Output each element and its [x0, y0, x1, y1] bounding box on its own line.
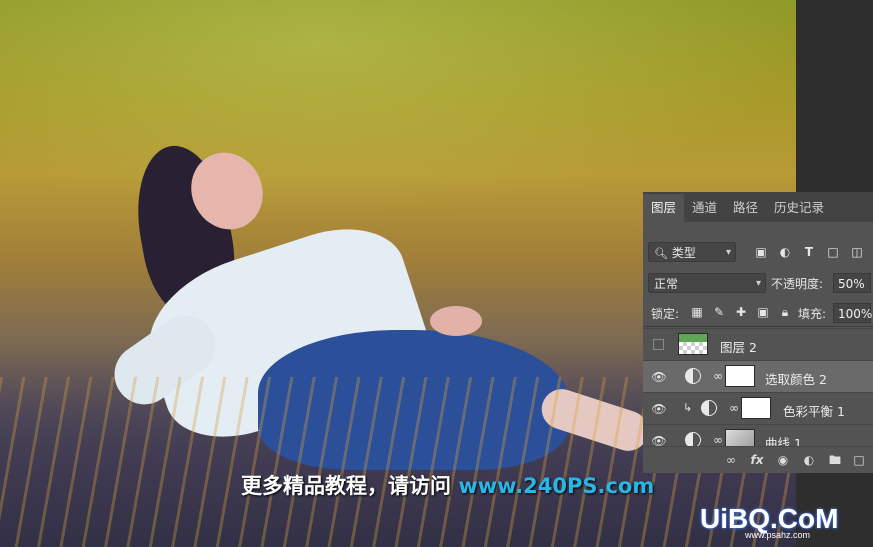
- chevron-down-icon: ▾: [725, 247, 731, 258]
- promo-url[interactable]: www.240PS.com: [458, 474, 654, 498]
- lock-position-icon[interactable]: ✚: [733, 304, 749, 320]
- layer-name: 曲线 1: [765, 436, 802, 447]
- search-icon: 🔍︎: [654, 247, 668, 260]
- person-hand: [430, 306, 482, 336]
- new-layer-icon[interactable]: □: [851, 452, 867, 468]
- lock-transparent-icon[interactable]: ▦: [689, 304, 705, 320]
- image-filter-icon[interactable]: ▣: [753, 244, 769, 260]
- fill-label: 填充:: [798, 307, 827, 321]
- link-icon[interactable]: ∞: [723, 452, 739, 468]
- layer-mask-thumbnail[interactable]: [741, 397, 771, 419]
- site-logo-url: www.psahz.com: [745, 530, 811, 540]
- layer-name: 色彩平衡 1: [783, 404, 845, 419]
- eye-icon[interactable]: 👁︎: [651, 401, 667, 417]
- eye-icon[interactable]: 👁︎: [651, 369, 667, 385]
- layer-name: 图层 2: [720, 340, 757, 355]
- layer-row[interactable]: 👁︎ ∞ 曲线 1: [643, 424, 873, 447]
- filter-kind-label: 类型: [671, 246, 696, 260]
- clipping-arrow-icon: ↳: [683, 401, 693, 414]
- lock-paint-icon[interactable]: ✎: [711, 304, 727, 320]
- layer-name: 选取颜色 2: [765, 372, 827, 387]
- layer-row-selected[interactable]: 👁︎ ∞ 选取颜色 2: [643, 360, 873, 393]
- group-icon[interactable]: 🖿︎: [827, 452, 843, 468]
- color-balance-adjustment-icon: [701, 400, 717, 416]
- tab-layers[interactable]: 图层: [643, 194, 685, 222]
- lock-row: 锁定: ▦ ✎ ✚ ▣ 🔒︎ 填充: 100%: [643, 303, 873, 323]
- eye-icon[interactable]: 👁︎: [651, 433, 667, 447]
- blend-mode-value: 正常: [654, 277, 679, 291]
- filter-kind-dropdown[interactable]: 🔍︎ 类型 ▾: [648, 242, 736, 262]
- lock-label: 锁定:: [651, 307, 680, 321]
- lock-all-icon[interactable]: 🔒︎: [777, 304, 793, 320]
- layer-row[interactable]: 图层 2: [643, 328, 873, 361]
- tab-history[interactable]: 历史记录: [766, 194, 832, 222]
- mask-icon[interactable]: ◉: [775, 452, 791, 468]
- adjustment-filter-icon[interactable]: ◐: [777, 244, 793, 260]
- link-chain-icon[interactable]: ∞: [713, 369, 723, 383]
- filter-row: 🔍︎ 类型 ▾ ▣ ◐ T □ ◫: [643, 240, 873, 266]
- tab-channels[interactable]: 通道: [684, 194, 725, 222]
- selective-color-adjustment-icon: [685, 368, 701, 384]
- adjustment-icon[interactable]: ◐: [801, 452, 817, 468]
- chevron-down-icon: ▾: [755, 278, 761, 289]
- tab-paths[interactable]: 路径: [725, 194, 766, 222]
- visibility-toggle[interactable]: [653, 339, 664, 350]
- panel-tabs: 图层 通道 路径 历史记录: [643, 192, 873, 222]
- layer-row[interactable]: 👁︎ ↳ ∞ 色彩平衡 1: [643, 392, 873, 425]
- layer-mask-thumbnail[interactable]: [725, 365, 755, 387]
- curves-adjustment-icon: [685, 432, 701, 447]
- layer-thumbnail: [678, 333, 708, 355]
- smart-object-filter-icon[interactable]: ◫: [849, 244, 865, 260]
- fill-field[interactable]: 100%: [833, 303, 872, 323]
- panel-divider: [643, 326, 873, 327]
- fx-icon[interactable]: fx: [749, 452, 765, 468]
- lock-artboard-icon[interactable]: ▣: [755, 304, 771, 320]
- layers-bottom-toolbar: ∞ fx ◉ ◐ 🖿︎ □: [643, 446, 873, 473]
- field-haze: [0, 0, 796, 220]
- promo-text: 更多精品教程，请访问: [241, 474, 451, 498]
- opacity-field[interactable]: 50%: [833, 273, 871, 293]
- blend-row: 正常 ▾ 不透明度: 50%: [643, 272, 873, 294]
- layer-mask-thumbnail[interactable]: [725, 429, 755, 447]
- opacity-label: 不透明度:: [771, 277, 824, 291]
- promo-banner: 更多精品教程，请访问 www.240PS.com: [241, 470, 654, 500]
- shape-filter-icon[interactable]: □: [825, 244, 841, 260]
- type-filter-icon[interactable]: T: [801, 244, 817, 260]
- blend-mode-dropdown[interactable]: 正常 ▾: [648, 273, 766, 293]
- link-chain-icon[interactable]: ∞: [713, 433, 723, 447]
- layers-panel: 图层 通道 路径 历史记录 🔍︎ 类型 ▾ ▣ ◐ T □ ◫ 正常 ▾ 不透明…: [643, 192, 873, 473]
- link-chain-icon[interactable]: ∞: [729, 401, 739, 415]
